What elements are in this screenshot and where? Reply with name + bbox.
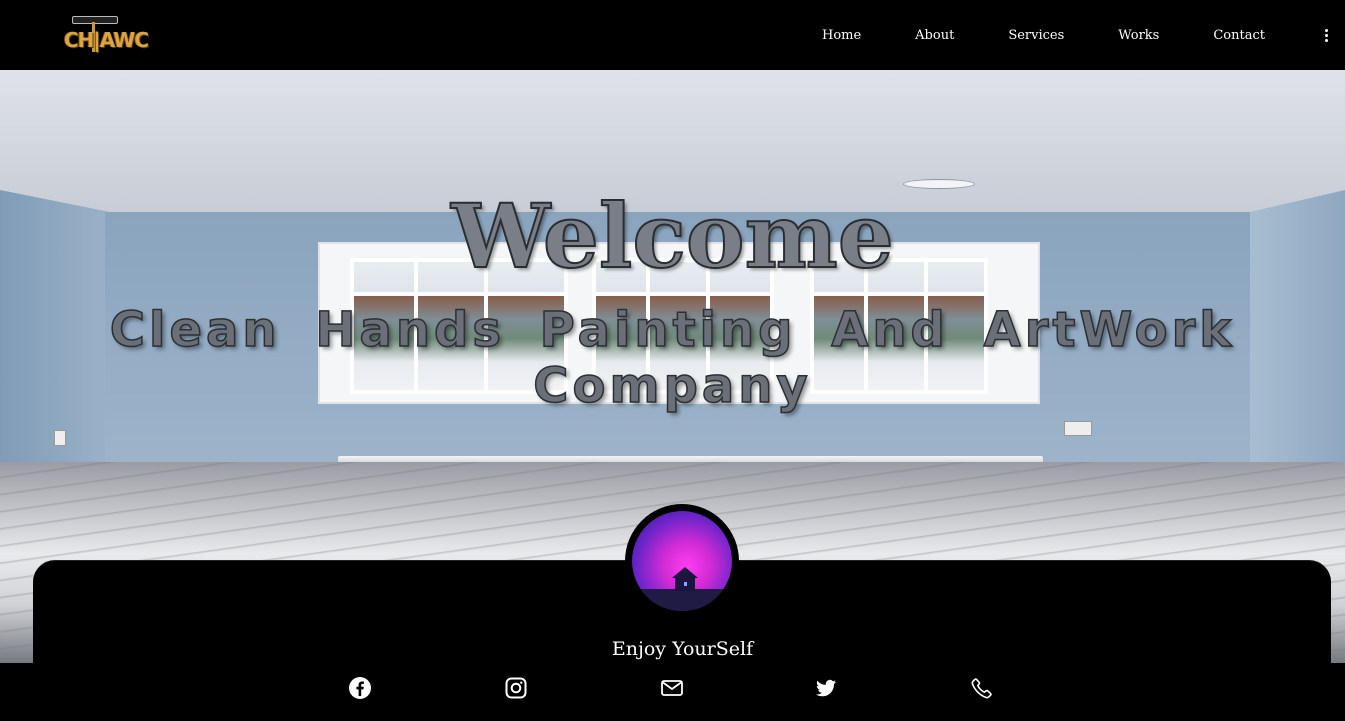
- profile-tagline: Enjoy YourSelf: [611, 638, 754, 660]
- twitter-icon[interactable]: [814, 676, 838, 700]
- profile-avatar[interactable]: [625, 504, 739, 618]
- hero-title: Welcome: [450, 184, 894, 288]
- kebab-dot: [1325, 38, 1328, 42]
- window-transom: [354, 292, 564, 296]
- kebab-menu-icon[interactable]: [1325, 28, 1329, 42]
- avatar-ground: [632, 589, 732, 611]
- mail-icon[interactable]: [660, 676, 684, 700]
- facebook-icon[interactable]: [348, 676, 372, 700]
- logo-text: CH|AWC: [64, 28, 149, 52]
- nav-about[interactable]: About: [915, 28, 954, 43]
- main-nav: Home About Services Works Contact: [822, 0, 1345, 70]
- nav-works[interactable]: Works: [1118, 28, 1159, 43]
- hero-subtitle: Clean Hands Painting And ArtWork Company: [109, 301, 1236, 415]
- nav-services[interactable]: Services: [1008, 28, 1064, 43]
- wall-outlet: [54, 430, 66, 446]
- kebab-dot: [1325, 28, 1328, 32]
- nav-home[interactable]: Home: [822, 28, 861, 43]
- avatar-house-window: [684, 582, 687, 586]
- window-transom: [814, 292, 984, 296]
- avatar-image: [632, 511, 732, 611]
- window-transom: [596, 292, 770, 296]
- wall-outlet: [1064, 421, 1092, 436]
- kebab-dot: [1325, 33, 1328, 37]
- instagram-icon[interactable]: [504, 676, 528, 700]
- paint-roller-icon: [72, 16, 118, 24]
- company-logo[interactable]: CH|AWC: [62, 14, 149, 56]
- phone-icon[interactable]: [970, 676, 994, 700]
- top-navbar: CH|AWC Home About Services Works Contact: [0, 0, 1345, 70]
- nav-contact[interactable]: Contact: [1213, 28, 1265, 43]
